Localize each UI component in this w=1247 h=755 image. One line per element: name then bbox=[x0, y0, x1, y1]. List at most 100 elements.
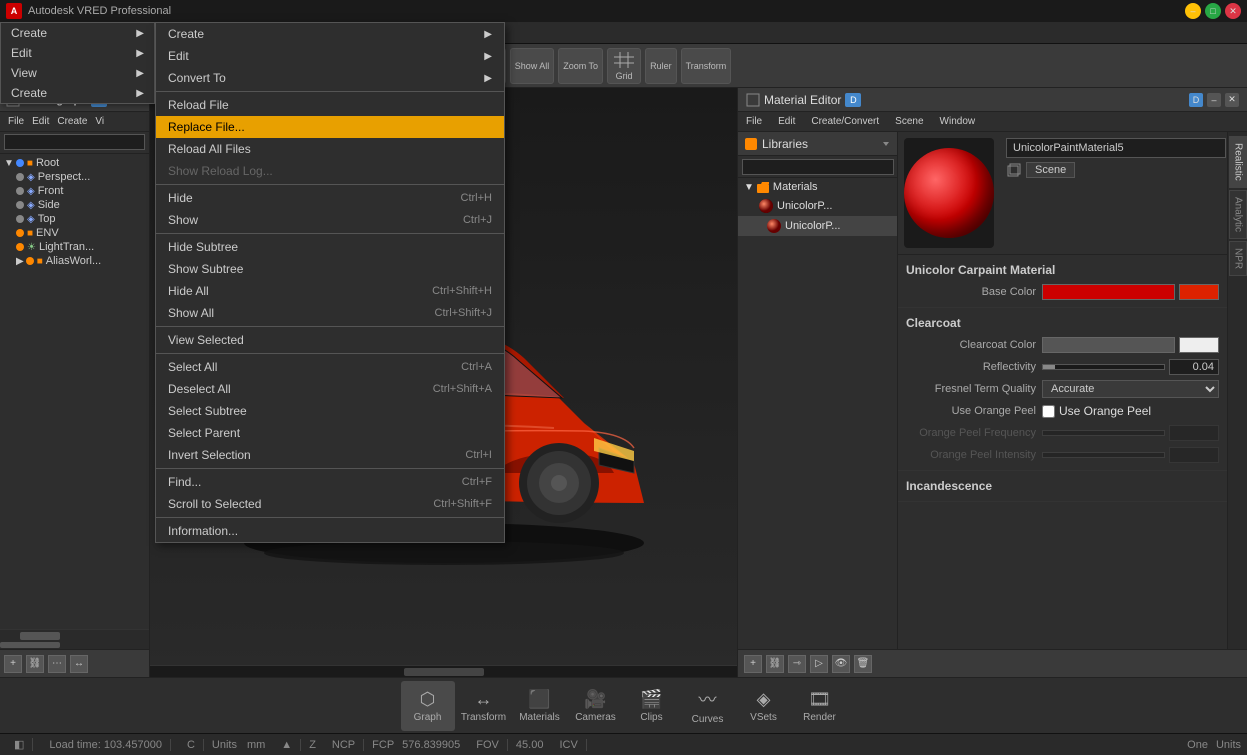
sg-vscroll[interactable] bbox=[0, 641, 149, 649]
cm-view-selected[interactable]: View Selected bbox=[156, 329, 504, 351]
sg-menu-file[interactable]: File bbox=[4, 115, 28, 128]
tree-item-front[interactable]: ◈ Front bbox=[2, 184, 147, 198]
minimize-button[interactable]: – bbox=[1185, 3, 1201, 19]
cm-select-subtree[interactable]: Select Subtree bbox=[156, 400, 504, 422]
show-all-button[interactable]: Show All bbox=[510, 48, 555, 84]
clearcoat-color-swatch[interactable] bbox=[1179, 337, 1219, 353]
sg-filter-button[interactable]: ⋯ bbox=[48, 655, 66, 673]
cm-hide[interactable]: Hide Ctrl+H bbox=[156, 187, 504, 209]
orange-peel-checkbox[interactable] bbox=[1042, 405, 1055, 418]
transform-toolbar-button[interactable]: Transform bbox=[681, 48, 732, 84]
cm-reload-file[interactable]: Reload File bbox=[156, 94, 504, 116]
me-camera-button[interactable]: ▷ bbox=[810, 655, 828, 673]
fresnel-dropdown[interactable]: Accurate Fast bbox=[1042, 380, 1219, 398]
tree-item-root[interactable]: ▼ ■ Root bbox=[2, 156, 147, 170]
me-close-button[interactable]: ✕ bbox=[1225, 93, 1239, 107]
sg-hscrollbar[interactable] bbox=[0, 629, 149, 641]
cm-edit[interactable]: Edit ▶ bbox=[156, 45, 504, 67]
cm-show-all[interactable]: Show All Ctrl+Shift+J bbox=[156, 302, 504, 324]
tree-item-side[interactable]: ◈ Side bbox=[2, 198, 147, 212]
material-search-input[interactable] bbox=[742, 159, 894, 175]
sg-menu-vi[interactable]: Vi bbox=[91, 115, 108, 128]
tree-item-env[interactable]: ■ ENV bbox=[2, 226, 147, 240]
transform-button[interactable]: ↔ Transform bbox=[457, 681, 511, 731]
tab-realistic[interactable]: Realistic bbox=[1229, 136, 1247, 188]
ruler-button[interactable]: Ruler bbox=[645, 48, 677, 84]
tree-item-lighttran[interactable]: ☀ LightTran... bbox=[2, 240, 147, 254]
submenu-item-create[interactable]: Create ▶ bbox=[1, 23, 154, 43]
me-link-button[interactable]: ⇾ bbox=[788, 655, 806, 673]
submenu-item-create2[interactable]: Create ▶ bbox=[1, 83, 154, 103]
cm-reload-all[interactable]: Reload All Files bbox=[156, 138, 504, 160]
reflectivity-slider[interactable] bbox=[1042, 364, 1165, 370]
me-add-button[interactable]: + bbox=[744, 655, 762, 673]
tab-analytic[interactable]: Analytic bbox=[1229, 190, 1247, 239]
curves-button[interactable]: 〰 Curves bbox=[681, 681, 735, 731]
me-trash-button[interactable]: 🗑 bbox=[854, 655, 872, 673]
orange-peel-int-slider[interactable] bbox=[1042, 452, 1165, 458]
close-button[interactable]: ✕ bbox=[1225, 3, 1241, 19]
me-menu-file[interactable]: File bbox=[742, 115, 766, 128]
viewport-hscrollbar[interactable] bbox=[150, 665, 737, 677]
graph-button[interactable]: ⬡ Graph bbox=[401, 681, 455, 731]
me-dock-button[interactable]: D bbox=[1189, 93, 1203, 107]
vsets-button[interactable]: ◈ VSets bbox=[737, 681, 791, 731]
mat-item-2[interactable]: UnicolorP... bbox=[738, 216, 897, 236]
cm-convert-to[interactable]: Convert To ▶ bbox=[156, 67, 504, 89]
base-color-swatch[interactable] bbox=[1179, 284, 1219, 300]
cameras-button[interactable]: 🎥 Cameras bbox=[569, 681, 623, 731]
me-menu-window[interactable]: Window bbox=[936, 115, 980, 128]
sg-chain-button[interactable]: ⛓ bbox=[26, 655, 44, 673]
sg-add-button[interactable]: + bbox=[4, 655, 22, 673]
tree-item-alias[interactable]: ▶ ■ AliasWorl... bbox=[2, 254, 147, 268]
orange-peel-freq-slider[interactable] bbox=[1042, 430, 1165, 436]
sg-vscroll-thumb[interactable] bbox=[0, 642, 60, 648]
material-name-input[interactable] bbox=[1006, 138, 1226, 158]
cm-information[interactable]: Information... bbox=[156, 520, 504, 542]
sg-menu-edit[interactable]: Edit bbox=[28, 115, 53, 128]
materials-button[interactable]: ⬛ Materials bbox=[513, 681, 567, 731]
viewport-scroll-thumb[interactable] bbox=[404, 668, 484, 676]
base-color-bar[interactable] bbox=[1042, 284, 1175, 300]
cm-deselect-all[interactable]: Deselect All Ctrl+Shift+A bbox=[156, 378, 504, 400]
submenu-item-view[interactable]: View ▶ bbox=[1, 63, 154, 83]
submenu[interactable]: Create ▶ Edit ▶ View ▶ Create ▶ bbox=[0, 22, 155, 104]
sg-transform-button[interactable]: ↔ bbox=[70, 655, 88, 673]
mat-item-1[interactable]: UnicolorP... bbox=[738, 196, 897, 216]
me-eye-button[interactable]: 👁 bbox=[832, 655, 850, 673]
me-menu-scene[interactable]: Scene bbox=[891, 115, 927, 128]
cm-scroll-to-selected[interactable]: Scroll to Selected Ctrl+Shift+F bbox=[156, 493, 504, 515]
cm-create[interactable]: Create ▶ bbox=[156, 23, 504, 45]
sg-scroll-thumb[interactable] bbox=[20, 632, 60, 640]
clips-button[interactable]: 🎬 Clips bbox=[625, 681, 679, 731]
sg-menu-create[interactable]: Create bbox=[53, 115, 91, 128]
me-minimize-button[interactable]: – bbox=[1207, 93, 1221, 107]
me-menu-create[interactable]: Create/Convert bbox=[807, 115, 883, 128]
reflectivity-input[interactable] bbox=[1169, 359, 1219, 375]
maximize-button[interactable]: □ bbox=[1205, 3, 1221, 19]
zoom-to-button[interactable]: Zoom To bbox=[558, 48, 603, 84]
cm-replace-file[interactable]: Replace File... bbox=[156, 116, 504, 138]
cm-select-all[interactable]: Select All Ctrl+A bbox=[156, 356, 504, 378]
materials-dropdown[interactable]: Libraries bbox=[738, 132, 897, 156]
context-menu[interactable]: Create ▶ Edit ▶ Convert To ▶ Reload File… bbox=[155, 22, 505, 543]
cm-invert-selection[interactable]: Invert Selection Ctrl+I bbox=[156, 444, 504, 466]
tree-item-perspective[interactable]: ◈ Perspect... bbox=[2, 170, 147, 184]
me-chain-button[interactable]: ⛓ bbox=[766, 655, 784, 673]
cm-select-parent[interactable]: Select Parent bbox=[156, 422, 504, 444]
grid-button[interactable]: Grid bbox=[607, 48, 641, 84]
tab-npr[interactable]: NPR bbox=[1229, 241, 1247, 276]
cm-find[interactable]: Find... Ctrl+F bbox=[156, 471, 504, 493]
me-menu-edit[interactable]: Edit bbox=[774, 115, 799, 128]
render-button[interactable]: 🎞 Render bbox=[793, 681, 847, 731]
submenu-item-edit[interactable]: Edit ▶ bbox=[1, 43, 154, 63]
cm-show[interactable]: Show Ctrl+J bbox=[156, 209, 504, 231]
clearcoat-color-bar[interactable] bbox=[1042, 337, 1175, 353]
scenegraph-search-input[interactable] bbox=[4, 134, 145, 150]
scene-button[interactable]: Scene bbox=[1026, 162, 1075, 178]
tree-item-top[interactable]: ◈ Top bbox=[2, 212, 147, 226]
cm-hide-subtree[interactable]: Hide Subtree bbox=[156, 236, 504, 258]
cm-show-subtree[interactable]: Show Subtree bbox=[156, 258, 504, 280]
cm-hide-all[interactable]: Hide All Ctrl+Shift+H bbox=[156, 280, 504, 302]
materials-folder-item[interactable]: ▼ Materials bbox=[738, 178, 897, 196]
